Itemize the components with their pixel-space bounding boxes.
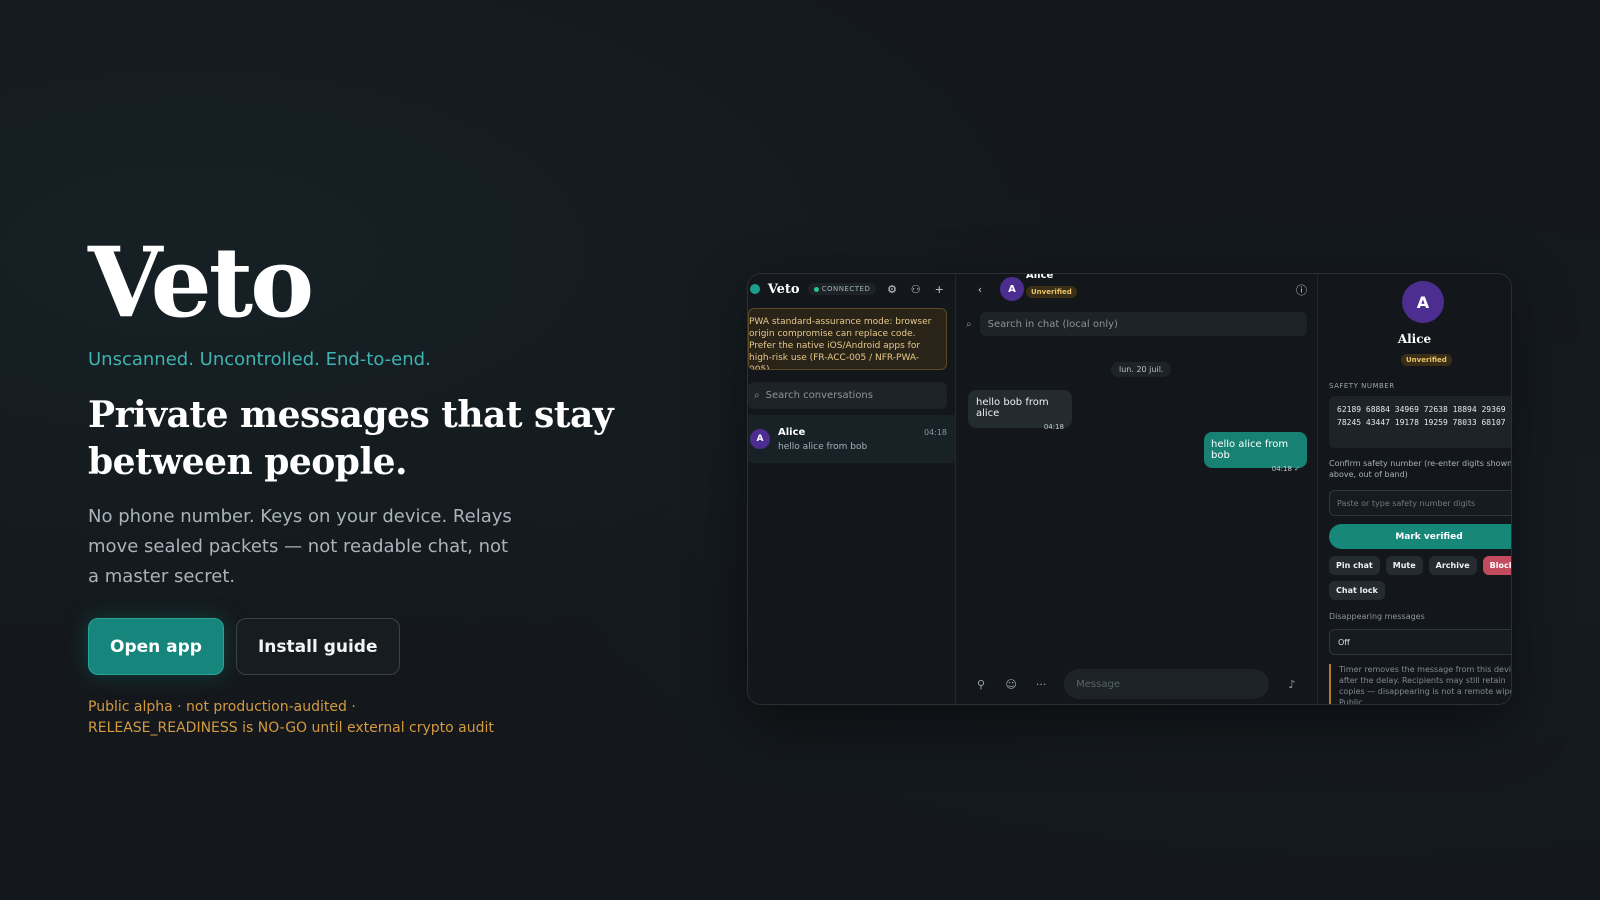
search-icon: ⌕ (966, 318, 972, 330)
tagline: Unscanned. Uncontrolled. End-to-end. (88, 349, 431, 370)
contact-name: Alice (1397, 332, 1432, 346)
contacts-icon[interactable]: ⚇ (908, 283, 924, 296)
compose-bar: ⚲ ☺ ··· Message ♪ (956, 664, 1317, 704)
verification-badge: Unverified (1026, 286, 1077, 298)
sidebar-header: Veto CONNECTED ⚙ ⚇ + (748, 274, 955, 304)
chat-contact-name: Alice (1026, 273, 1054, 281)
more-options-icon[interactable]: ··· (1034, 678, 1048, 691)
back-chevron-icon[interactable]: ‹ (972, 283, 988, 296)
conversation-list-item[interactable]: A Alice hello alice from bob 04:18 (748, 415, 955, 463)
attach-paperclip-icon[interactable]: ⚲ (974, 678, 988, 691)
emoji-icon[interactable]: ☺ (1004, 678, 1018, 691)
landing-page: Veto Unscanned. Uncontrolled. End-to-end… (0, 0, 1600, 900)
chat-header: ‹ A Alice Unverified ⓘ (956, 274, 1317, 304)
avatar: A (750, 429, 770, 449)
safety-number-input[interactable]: Paste or type safety number digits (1329, 490, 1511, 516)
app-preview: Veto CONNECTED ⚙ ⚇ + PWA standard-assura… (747, 273, 1512, 705)
avatar: A (1402, 281, 1444, 323)
safety-number-label: SAFETY NUMBER (1329, 382, 1395, 390)
mute-button[interactable]: Mute (1385, 556, 1423, 575)
connection-status-label: CONNECTED (821, 285, 871, 293)
chat-search-input[interactable]: Search in chat (local only) (979, 312, 1307, 336)
pwa-warning-banner: PWA standard-assurance mode: browser ori… (748, 308, 947, 370)
message-text: hello alice from bob (1211, 439, 1289, 461)
search-placeholder: Search conversations (765, 390, 873, 401)
brand-title: Veto (88, 226, 314, 339)
hero-section: Veto Unscanned. Uncontrolled. End-to-end… (88, 235, 728, 739)
open-app-button[interactable]: Open app (88, 618, 224, 675)
contact-details-panel: A Alice Unverified SAFETY NUMBER 62189 6… (1318, 274, 1511, 704)
cta-row: Open app Install guide (88, 618, 728, 675)
logo-icon (750, 284, 760, 294)
message-text: hello bob from alice (976, 397, 1049, 419)
message-time: 04:18 (1043, 423, 1064, 431)
avatar[interactable]: A (1000, 277, 1024, 301)
alpha-disclaimer: Public alpha · not production-audited · … (88, 699, 494, 736)
mark-verified-button[interactable]: Mark verified (1329, 524, 1511, 549)
microphone-icon[interactable]: ♪ (1285, 678, 1299, 691)
archive-button[interactable]: Archive (1428, 556, 1477, 575)
safety-number-value: 62189 68884 34969 72638 18894 29369 7824… (1329, 396, 1511, 448)
status-dot-icon (813, 286, 819, 292)
chat-panel: ‹ A Alice Unverified ⓘ ⌕ Search in chat … (956, 274, 1318, 704)
conversation-text: Alice hello alice from bob (778, 427, 867, 452)
timer-note: Timer removes the message from this devi… (1329, 664, 1511, 704)
conversation-time: 04:18 (923, 428, 947, 437)
pin-chat-button[interactable]: Pin chat (1329, 556, 1380, 575)
new-chat-plus-icon[interactable]: + (931, 283, 947, 296)
outgoing-message[interactable]: hello alice from bob 04:18 ✓ (1204, 432, 1307, 473)
conversation-preview: hello alice from bob (778, 441, 868, 452)
disappearing-messages-select[interactable]: Off ⌄ (1329, 629, 1511, 655)
block-button[interactable]: Block (1482, 556, 1511, 575)
date-separator: lun. 20 juil. (1111, 362, 1172, 377)
incoming-message[interactable]: hello bob from alice 04:18 (968, 390, 1072, 431)
confirm-instructions: Confirm safety number (re-enter digits s… (1329, 459, 1511, 479)
install-guide-button[interactable]: Install guide (235, 618, 400, 675)
headline: Private messages that stay between peopl… (88, 394, 614, 483)
chat-search-bar: ⌕ Search in chat (local only) (964, 312, 1309, 336)
connection-status-badge: CONNECTED (807, 283, 877, 295)
conversation-search-input[interactable]: ⌕ Search conversations (748, 382, 947, 409)
settings-gear-icon[interactable]: ⚙ (884, 283, 900, 296)
message-input[interactable]: Message (1064, 669, 1269, 699)
verification-badge: Unverified (1401, 354, 1452, 366)
sidebar-title: Veto (767, 281, 800, 297)
search-icon: ⌕ (754, 390, 760, 401)
conversation-name: Alice (778, 426, 806, 438)
disappearing-messages-label: Disappearing messages (1329, 612, 1425, 621)
select-value: Off (1338, 637, 1350, 647)
chat-actions: Pin chat Mute Archive Block Chat lock (1329, 556, 1511, 600)
message-time: 04:18 ✓ (1271, 465, 1300, 473)
info-icon[interactable]: ⓘ (1296, 282, 1307, 298)
conversation-sidebar: Veto CONNECTED ⚙ ⚇ + PWA standard-assura… (748, 274, 956, 704)
lede-text: No phone number. Keys on your device. Re… (88, 506, 512, 587)
chat-lock-button[interactable]: Chat lock (1329, 581, 1385, 600)
